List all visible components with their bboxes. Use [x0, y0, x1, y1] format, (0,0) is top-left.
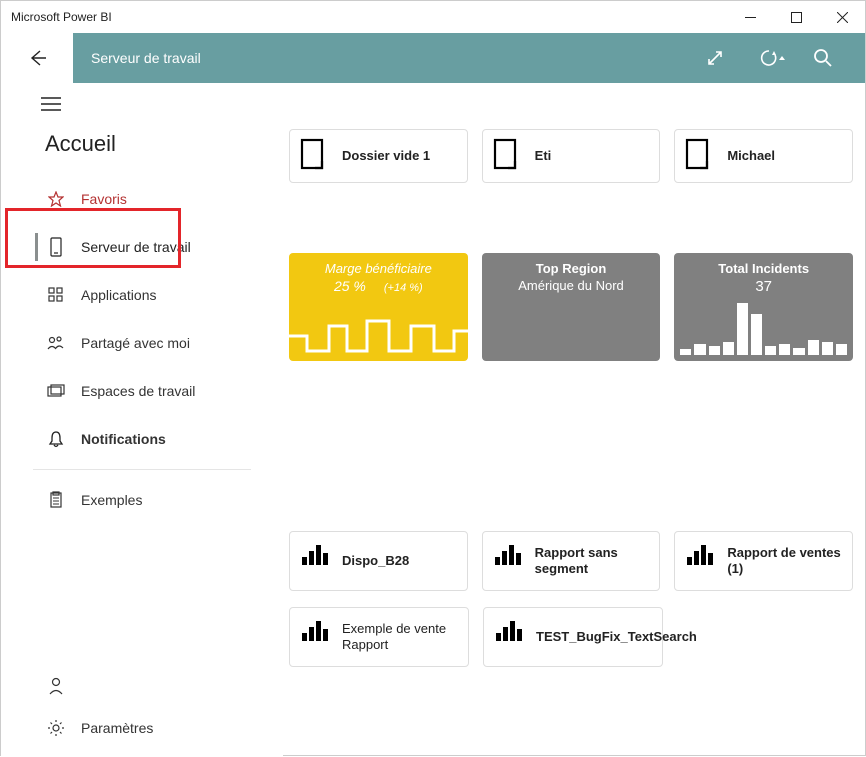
tile-label: Exemple de vente Rapport	[342, 621, 458, 654]
sidebar-item-label: Paramètres	[81, 720, 153, 736]
apps-icon	[45, 287, 67, 303]
sidebar-item-label: Favoris	[81, 191, 127, 207]
tile-label: Michael	[727, 148, 775, 164]
report-tile[interactable]: Rapport de ventes (1)	[674, 531, 853, 591]
tile-label: Dossier vide 1	[342, 148, 430, 164]
star-icon	[45, 191, 67, 207]
sidebar-item-label: Notifications	[81, 431, 166, 447]
report-tile[interactable]: Exemple de vente Rapport	[289, 607, 469, 667]
report-tile[interactable]: Rapport sans segment	[482, 531, 661, 591]
kpi-value: Amérique du Nord	[488, 278, 655, 293]
kpi-title: Marge bénéficiaire	[295, 261, 462, 276]
bell-icon	[45, 430, 67, 448]
window-titlebar: Microsoft Power BI	[1, 1, 865, 33]
server-icon	[45, 237, 67, 257]
tile-label: Eti	[535, 148, 552, 164]
fullscreen-button[interactable]	[691, 33, 739, 83]
tile-label: Rapport sans segment	[535, 545, 650, 578]
barchart-icon	[685, 543, 717, 579]
kpi-title: Total Incidents	[680, 261, 847, 276]
tile-label: Rapport de ventes (1)	[727, 545, 842, 578]
content-area: Dossier vide 1 Eti Michael Marge bénéfic…	[283, 83, 865, 757]
window-title: Microsoft Power BI	[11, 10, 112, 24]
command-bar: Serveur de travail	[1, 33, 865, 83]
sidebar-section-title: Accueil	[1, 123, 283, 175]
workspaces-icon	[45, 384, 67, 398]
hamburger-button[interactable]	[1, 83, 283, 123]
report-tile[interactable]: Dispo_B28	[289, 531, 468, 591]
sidebar-item-serveur[interactable]: Serveur de travail	[1, 223, 283, 271]
kpi-value: 25 %(+14 %)	[295, 278, 462, 294]
clipboard-icon	[45, 491, 67, 509]
folder-tile[interactable]: Eti	[482, 129, 661, 183]
barchart-icon	[494, 619, 526, 655]
refresh-button[interactable]	[739, 33, 799, 83]
sidebar-item-label: Exemples	[81, 492, 142, 508]
window-maximize-button[interactable]	[773, 1, 819, 33]
sidebar-item-label: Applications	[81, 287, 157, 303]
kpi-tile-marge[interactable]: Marge bénéficiaire 25 %(+14 %)	[289, 253, 468, 361]
tile-label: Dispo_B28	[342, 553, 409, 569]
sidebar-item-label: Partagé avec moi	[81, 335, 190, 351]
sidebar: Accueil Favoris Serveur de travail Appli…	[1, 83, 283, 757]
sidebar-item-exemples[interactable]: Exemples	[1, 476, 283, 524]
sidebar-item-label: Espaces de travail	[81, 383, 195, 399]
folder-icon	[685, 138, 717, 174]
window-close-button[interactable]	[819, 1, 865, 33]
gear-icon	[45, 719, 67, 737]
barchart-icon	[300, 619, 332, 655]
shared-icon	[45, 335, 67, 351]
kpi-tile-incidents[interactable]: Total Incidents 37	[674, 253, 853, 361]
search-button[interactable]	[799, 33, 847, 83]
breadcrumb-label: Serveur de travail	[91, 50, 201, 66]
sidebar-item-espaces[interactable]: Espaces de travail	[1, 367, 283, 415]
folder-tile[interactable]: Dossier vide 1	[289, 129, 468, 183]
sidebar-item-applications[interactable]: Applications	[1, 271, 283, 319]
folder-tile[interactable]: Michael	[674, 129, 853, 183]
sidebar-item-partage[interactable]: Partagé avec moi	[1, 319, 283, 367]
sidebar-item-favoris[interactable]: Favoris	[1, 175, 283, 223]
tile-label: TEST_BugFix_TextSearch	[536, 629, 697, 645]
report-tile[interactable]: TEST_BugFix_TextSearch	[483, 607, 663, 667]
sparkline-icon	[289, 301, 468, 361]
kpi-title: Top Region	[488, 261, 655, 276]
barchart-icon	[493, 543, 525, 579]
divider	[33, 469, 251, 470]
kpi-tile-region[interactable]: Top Region Amérique du Nord	[482, 253, 661, 361]
sidebar-item-settings[interactable]: Paramètres	[1, 707, 283, 749]
sidebar-item-label: Serveur de travail	[81, 239, 191, 255]
user-icon	[45, 677, 67, 695]
bar-chart-icon	[680, 291, 847, 355]
folder-icon	[493, 138, 525, 174]
folder-icon	[300, 138, 332, 174]
barchart-icon	[300, 543, 332, 579]
window-minimize-button[interactable]	[727, 1, 773, 33]
sidebar-item-user[interactable]	[1, 665, 283, 707]
back-button[interactable]	[1, 33, 73, 83]
sidebar-item-notifications[interactable]: Notifications	[1, 415, 283, 463]
